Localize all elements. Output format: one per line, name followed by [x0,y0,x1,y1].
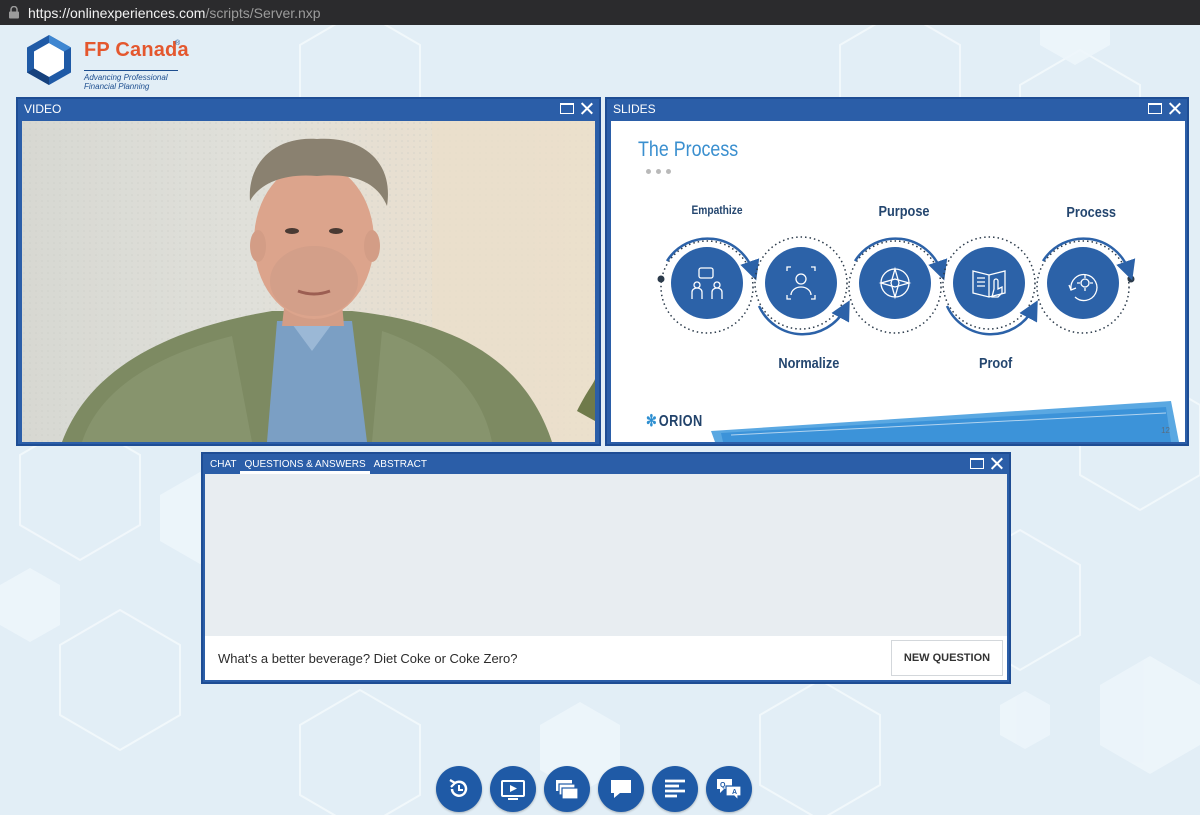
slides-button[interactable] [544,766,590,812]
step-process: Process [1066,204,1116,221]
step-purpose: Purpose [878,203,930,220]
close-icon[interactable] [1168,102,1181,115]
logo-registered-mark: ® [175,40,181,47]
maximize-icon[interactable] [560,103,574,114]
url-path: /scripts/Server.nxp [205,4,321,21]
process-diagram [657,236,1179,442]
maximize-icon[interactable] [1148,103,1162,114]
fp-canada-logo-mark [27,35,71,85]
tab-abstract[interactable]: ABSTRACT [370,454,431,474]
maximize-icon[interactable] [970,458,984,469]
refresh-icon [449,779,468,797]
logo-name: FP Canada [84,39,189,61]
orion-logo: ✻ORION [646,411,703,431]
slides-panel: SLIDES The Process Empathize Normalize P… [605,97,1189,446]
qa-message-area[interactable] [205,474,1007,636]
fp-canada-logo[interactable]: FP Canada ® Advancing Professional Finan… [22,31,192,95]
video-icon [501,780,525,800]
tab-chat[interactable]: CHAT [206,454,240,474]
lock-icon [9,6,19,19]
qa-input-row: NEW QUESTION [205,636,1007,680]
bottom-toolbar: Q A [436,766,752,812]
close-icon[interactable] [990,457,1003,470]
video-button[interactable] [490,766,536,812]
slide-page-number: 12 [1161,426,1170,435]
logo-tagline-line1: Advancing Professional [84,73,168,82]
qa-button[interactable]: Q A [706,766,752,812]
step-empathize: Empathize [691,203,743,217]
slides-panel-title: SLIDES [613,102,656,116]
video-panel: VIDEO [16,97,601,446]
chat-button[interactable] [598,766,644,812]
step-normalize: Normalize [778,355,840,372]
video-panel-header: VIDEO [18,99,599,119]
orion-brand: ORION [658,413,703,430]
svg-text:A: A [732,789,737,796]
browser-url-bar[interactable]: https://onlinexperiences.com/scripts/Ser… [0,0,1200,25]
qa-panel-tabs: CHAT QUESTIONS & ANSWERS ABSTRACT [203,454,1009,474]
qa-panel: CHAT QUESTIONS & ANSWERS ABSTRACT NEW QU… [201,452,1011,684]
slide-view[interactable]: The Process Empathize Normalize Purpose … [611,121,1185,442]
new-question-button[interactable]: NEW QUESTION [891,640,1003,676]
question-input[interactable] [205,636,891,680]
chat-icon [611,780,631,798]
qa-icon: Q A [717,779,742,802]
refresh-button[interactable] [436,766,482,812]
close-icon[interactable] [580,102,593,115]
video-panel-title: VIDEO [24,102,62,116]
video-frame-presenter [22,121,595,442]
url-host: https://onlinexperiences.com [28,4,206,21]
logo-tagline-line2: Financial Planning [84,82,150,91]
logo-divider [84,70,178,71]
tab-questions-answers[interactable]: QUESTIONS & ANSWERS [240,454,370,474]
slides-panel-header: SLIDES [607,99,1187,119]
slides-icon [556,780,579,800]
logo-tagline: Advancing Professional Financial Plannin… [84,73,194,91]
agenda-button[interactable] [652,766,698,812]
step-proof: Proof [978,355,1013,372]
video-stream[interactable] [22,121,595,442]
asterisk-icon: ✻ [646,413,658,430]
svg-text:Q: Q [720,782,726,789]
agenda-icon [665,779,685,798]
